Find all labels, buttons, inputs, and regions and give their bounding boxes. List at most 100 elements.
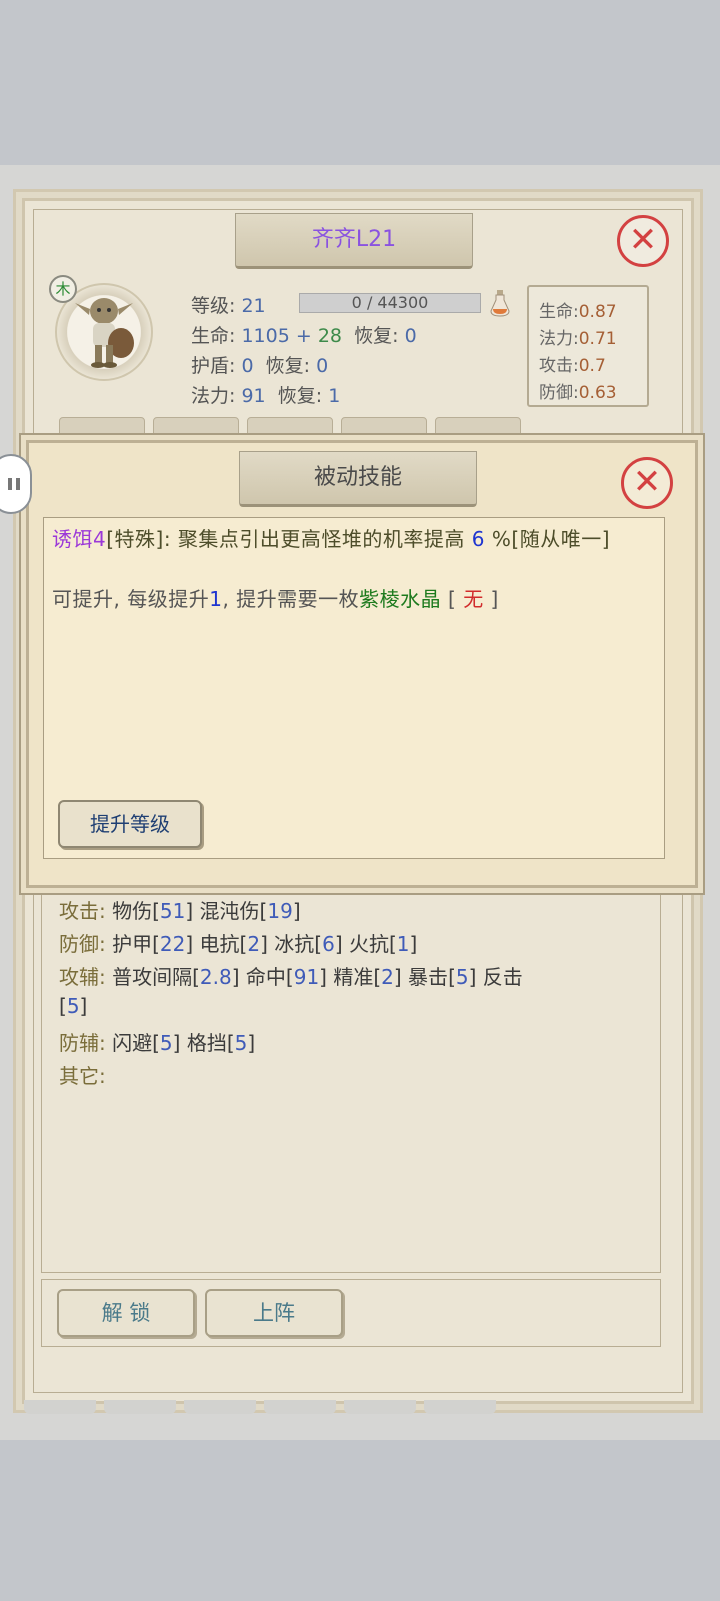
bottom-tab-3[interactable] xyxy=(184,1400,256,1414)
bracket: [ xyxy=(441,587,464,611)
mana-label: 法力: xyxy=(191,385,236,407)
bracket: ] xyxy=(260,932,268,956)
bottom-tab-4[interactable] xyxy=(264,1400,336,1414)
goblin-icon xyxy=(75,298,134,368)
popup-close-icon[interactable]: ✕ xyxy=(621,457,673,509)
character-title: 齐齐L21 xyxy=(235,213,473,269)
rate-defense: 防御:0.63 xyxy=(539,378,617,403)
rate-value: 0.87 xyxy=(578,302,617,322)
bracket: [ xyxy=(314,932,323,956)
rate-value: 0.7 xyxy=(578,356,606,376)
bracket: [ xyxy=(152,932,160,956)
attr-value: 19 xyxy=(267,899,293,923)
potion-icon[interactable] xyxy=(489,289,511,317)
skill-upgrade-info: 可提升, 每级提升1, 提升需要一枚紫棱水晶 [ 无 ] xyxy=(52,584,652,614)
shield-value: 0 xyxy=(241,355,254,377)
defense-label: 防御: xyxy=(59,932,106,956)
bracket: ] xyxy=(79,994,88,1018)
bracket: [ xyxy=(448,965,456,989)
skill-name: 诱饵4 xyxy=(52,527,107,551)
bottom-tab-6[interactable] xyxy=(424,1400,496,1414)
bottom-tab-5[interactable] xyxy=(344,1400,416,1414)
attr-value: 22 xyxy=(159,932,186,956)
bracket: [ xyxy=(152,899,160,923)
bottom-bar xyxy=(0,1440,720,1601)
bracket: ] xyxy=(319,965,327,989)
attr-name: 混沌伤 xyxy=(193,899,260,923)
level-value: 21 xyxy=(241,295,266,317)
mana-value: 91 xyxy=(241,385,266,407)
rate-attack: 攻击:0.7 xyxy=(539,351,606,376)
attr-name: 命中 xyxy=(239,965,286,989)
required-item: 紫棱水晶 xyxy=(359,587,442,611)
attr-value: 5 xyxy=(66,994,80,1018)
attr-value: 2 xyxy=(381,965,394,989)
skill-effect-text: [特殊]: 聚集点引出更高怪堆的机率提高 xyxy=(106,527,472,551)
upgrade-requirement-text: , 提升需要一枚 xyxy=(222,587,360,611)
bracket: [ xyxy=(226,1031,235,1055)
rate-label: 法力: xyxy=(539,329,579,349)
rate-label: 生命: xyxy=(539,302,579,322)
level-line: 等级: 21 xyxy=(191,291,266,318)
tab-2[interactable] xyxy=(153,417,239,439)
hp-label: 生命: xyxy=(191,325,236,347)
upgrade-text: 可提升, 每级提升 xyxy=(52,587,210,611)
element-badge: 木 xyxy=(49,275,77,303)
attr-value: 91 xyxy=(293,965,320,989)
close-icon[interactable]: ✕ xyxy=(617,215,669,267)
hp-plus: + xyxy=(295,325,312,347)
tab-5[interactable] xyxy=(435,417,521,439)
attr-value: 51 xyxy=(159,899,186,923)
bracket: [ xyxy=(388,932,397,956)
skill-description-box: 诱饵4[特殊]: 聚集点引出更高怪堆的机率提高 6 %[随从唯一] 可提升, 每… xyxy=(43,517,665,859)
attack-label: 攻击: xyxy=(59,899,106,923)
bottom-tab-2[interactable] xyxy=(104,1400,176,1414)
top-bar xyxy=(0,0,720,165)
tab-1[interactable] xyxy=(59,417,145,439)
bracket: [ xyxy=(152,1031,160,1055)
attr-name: 电抗 xyxy=(193,932,240,956)
hp-line: 生命: 1105 + 28 恢复: 0 xyxy=(191,321,417,348)
hp-bonus: 28 xyxy=(317,325,343,347)
rate-mana: 法力:0.71 xyxy=(539,324,617,349)
attr-name: 精准 xyxy=(326,965,374,989)
offense-aux-line-2: [5] xyxy=(59,994,87,1018)
tab-4[interactable] xyxy=(341,417,427,439)
attr-value: 5 xyxy=(159,1031,173,1055)
attr-value: 1 xyxy=(396,932,410,956)
bracket: ] xyxy=(231,965,240,989)
attr-name: 物伤 xyxy=(112,899,153,923)
bracket: [ xyxy=(285,965,294,989)
mana-recover-label: 恢复: xyxy=(277,385,323,407)
attr-name: 闪避 xyxy=(112,1031,153,1055)
attr-name: 火抗 xyxy=(342,932,389,956)
popup-title: 被动技能 xyxy=(239,451,477,507)
upgrade-button[interactable]: 提升等级 xyxy=(58,800,202,848)
rate-value: 0.63 xyxy=(578,383,617,403)
deploy-button[interactable]: 上阵 xyxy=(205,1289,343,1337)
unlock-button[interactable]: 解 锁 xyxy=(57,1289,195,1337)
attack-line: 攻击: 物伤[51] 混沌伤[19] xyxy=(59,895,301,924)
attr-name: 冰抗 xyxy=(267,932,315,956)
defense-aux-label: 防辅: xyxy=(59,1031,106,1055)
attr-name: 格挡 xyxy=(180,1031,227,1055)
bracket: ] xyxy=(334,932,343,956)
side-drawer-handle[interactable] xyxy=(0,454,32,514)
shield-recover-value: 0 xyxy=(316,355,329,377)
attr-value: 2.8 xyxy=(199,965,232,989)
other-line: 其它: xyxy=(59,1060,106,1089)
bracket: ] xyxy=(393,965,402,989)
tab-3[interactable] xyxy=(247,417,333,439)
attr-value: 6 xyxy=(322,932,335,956)
rate-label: 防御: xyxy=(539,383,579,403)
hp-recover-value: 0 xyxy=(404,325,417,347)
pause-icon xyxy=(8,478,12,490)
defense-aux-line: 防辅: 闪避[5] 格挡[5] xyxy=(59,1027,255,1056)
pause-icon-bar xyxy=(16,478,20,490)
offense-aux-label: 攻辅: xyxy=(59,965,106,989)
passive-skill-popup: 被动技能 ✕ 诱饵4[特殊]: 聚集点引出更高怪堆的机率提高 6 %[随从唯一]… xyxy=(26,440,698,888)
bottom-tab-1[interactable] xyxy=(24,1400,96,1414)
hp-recover-label: 恢复: xyxy=(354,325,399,347)
bracket: ] xyxy=(409,932,418,956)
bracket: ] xyxy=(247,1031,256,1055)
